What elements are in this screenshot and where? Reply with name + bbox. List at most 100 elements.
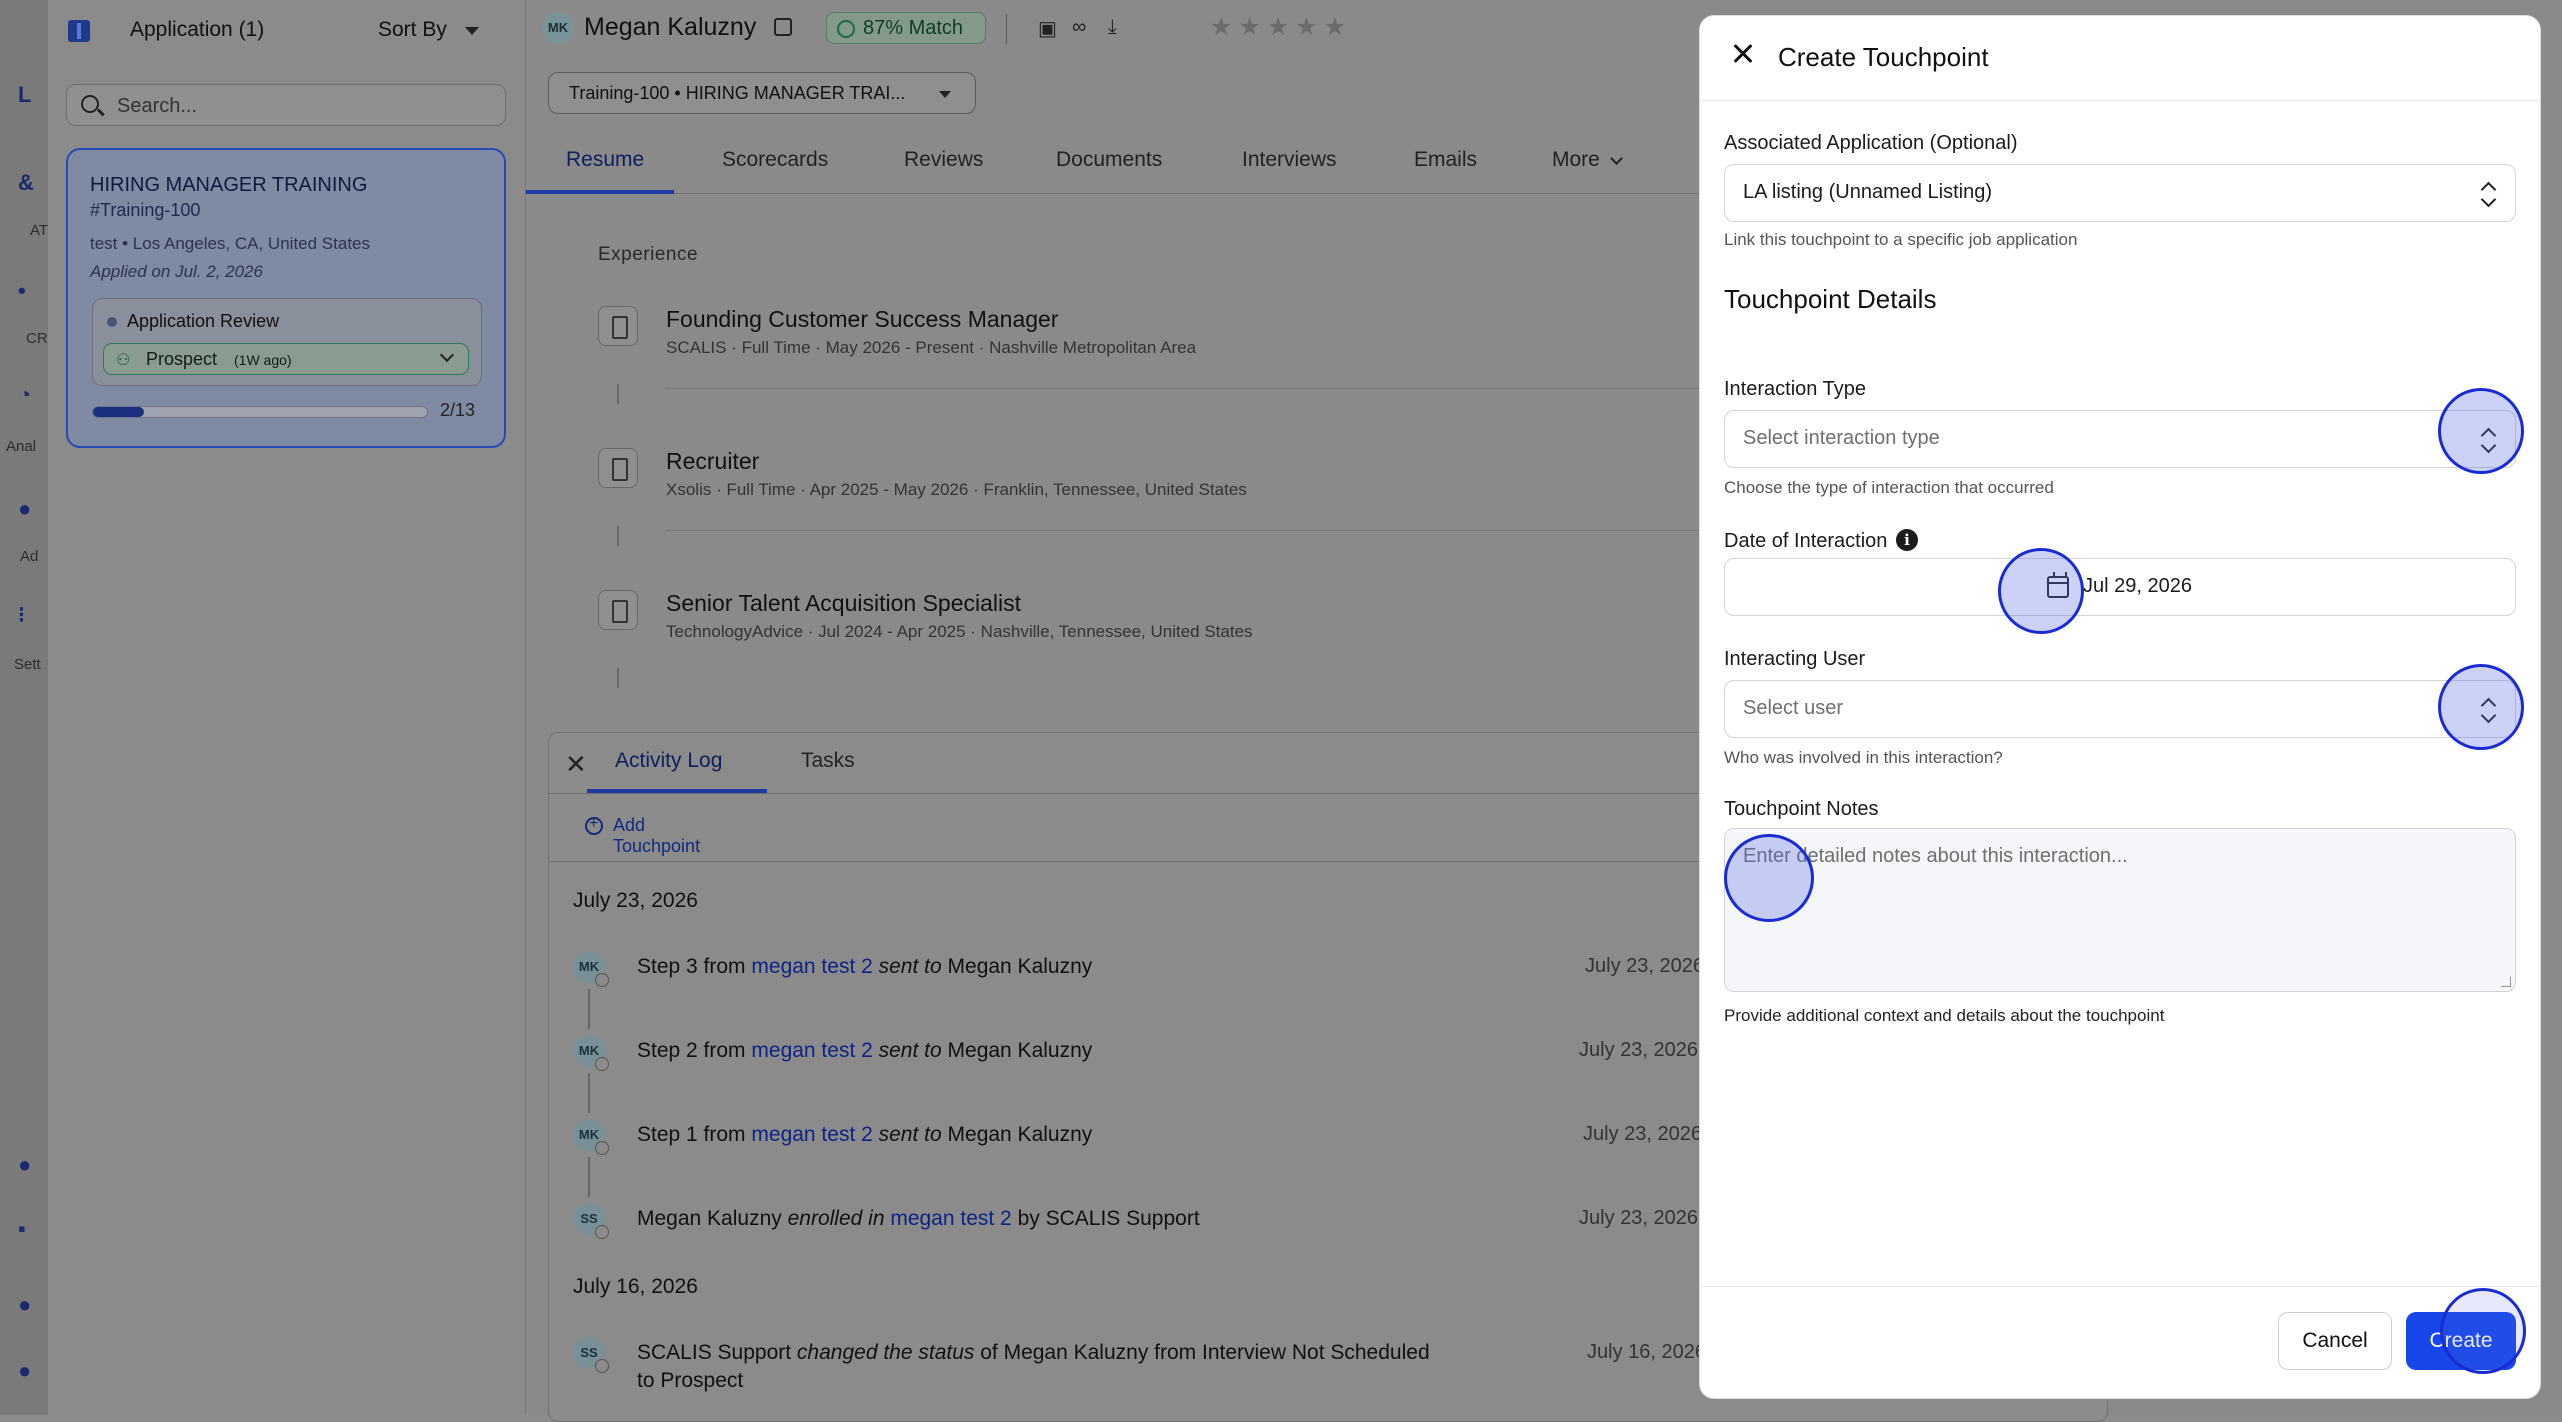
- divider: [1700, 1286, 2540, 1287]
- stage-label: Application Review: [127, 311, 280, 331]
- close-icon[interactable]: [1728, 38, 1758, 68]
- caret-down-icon: [939, 91, 951, 98]
- job-select[interactable]: Training-100 • HIRING MANAGER TRAI...: [548, 72, 976, 114]
- download-icon[interactable]: ⤓: [1108, 16, 1117, 39]
- application-card[interactable]: HIRING MANAGER TRAINING #Training-100 te…: [66, 148, 506, 448]
- associated-application-select[interactable]: LA listing (Unnamed Listing): [1724, 164, 2516, 222]
- sidebar-toggle-icon[interactable]: [68, 20, 90, 42]
- touchpoint-notes-textarea[interactable]: Enter detailed notes about this interact…: [1724, 828, 2516, 992]
- experience-meta: TechnologyAdvice · Jul 2024 - Apr 2025 ·…: [666, 622, 1253, 641]
- info-icon[interactable]: i: [1896, 529, 1918, 551]
- rail-label-crm: CR: [26, 330, 48, 347]
- activity-text-prefix: SCALIS Support: [637, 1341, 797, 1364]
- divider: [549, 861, 1749, 862]
- interacting-user-label: Interacting User: [1724, 648, 1866, 670]
- building-icon: [598, 306, 638, 346]
- avatar: SS: [573, 1203, 609, 1239]
- chevron-down-icon: [439, 347, 455, 363]
- sort-by-button[interactable]: Sort By: [378, 18, 447, 42]
- search-input[interactable]: Search...: [66, 84, 506, 126]
- tab-resume[interactable]: Resume: [566, 148, 644, 172]
- job-title: HIRING MANAGER TRAINING: [90, 174, 368, 196]
- match-ring-icon: [837, 20, 855, 38]
- section-title: Touchpoint Details: [1724, 284, 1937, 314]
- touchpoint-notes-help: Provide additional context and details a…: [1724, 1006, 2165, 1025]
- chevron-up-down-icon: [2481, 697, 2495, 723]
- activity-text-suffix: Megan Kaluzny: [947, 1039, 1093, 1062]
- timeline-line: [617, 526, 619, 546]
- sequence-link[interactable]: megan test 2: [751, 955, 872, 978]
- activity-verb: changed the status: [796, 1341, 975, 1364]
- date-of-interaction-label: Date of Interaction: [1724, 530, 1888, 552]
- activity-text-mid: of Megan Kaluzny from Interview Not Sche…: [974, 1341, 1430, 1364]
- tab-tasks[interactable]: Tasks: [801, 749, 855, 773]
- activity-date: July 16, 2026: [573, 1275, 698, 1298]
- ats-icon[interactable]: &: [18, 172, 40, 194]
- tab-activity-log[interactable]: Activity Log: [615, 749, 722, 773]
- divider: [549, 793, 1749, 794]
- tab-reviews[interactable]: Reviews: [904, 148, 983, 172]
- sequence-link[interactable]: megan test 2: [890, 1207, 1011, 1230]
- rail-label-admin: Ad: [20, 548, 39, 565]
- activity-verb: sent to: [872, 1039, 948, 1062]
- calendar-icon: [2047, 572, 2069, 598]
- settings-icon[interactable]: ⁝: [18, 604, 40, 626]
- avatar: SS: [573, 1337, 609, 1373]
- building-icon: [598, 448, 638, 488]
- sequence-link[interactable]: megan test 2: [751, 1039, 872, 1062]
- associated-application-help: Link this touchpoint to a specific job a…: [1724, 230, 2078, 249]
- associated-application-value: LA listing (Unnamed Listing): [1743, 181, 1993, 203]
- help-icon[interactable]: ●: [18, 1154, 40, 1176]
- tab-documents[interactable]: Documents: [1056, 148, 1162, 172]
- analytics-icon[interactable]: ◔: [18, 384, 40, 406]
- activity-text: Step 1 from megan test 2 sent to Megan K…: [637, 1123, 1092, 1147]
- experience-meta: SCALIS · Full Time · May 2026 - Present …: [666, 338, 1197, 357]
- chevron-down-icon: [1610, 152, 1623, 165]
- add-touchpoint-label: Add Touchpoint: [613, 815, 701, 856]
- cancel-button[interactable]: Cancel: [2278, 1312, 2392, 1370]
- activity-text-suffix: Megan Kaluzny: [947, 1123, 1093, 1146]
- user-avatar-icon[interactable]: ●: [18, 1360, 40, 1382]
- activity-text-prefix: Step 2 from: [637, 1039, 752, 1062]
- tab-emails[interactable]: Emails: [1414, 148, 1477, 172]
- search-icon: [81, 95, 99, 113]
- status-dropdown[interactable]: ⚇ Prospect (1W ago): [103, 343, 469, 375]
- create-button[interactable]: Create: [2406, 1312, 2516, 1370]
- link-icon[interactable]: ∞: [1072, 16, 1086, 39]
- pipeline-progress-bar: [92, 406, 428, 418]
- linkedin-icon[interactable]: ▣: [1038, 16, 1057, 41]
- caret-down-icon[interactable]: [465, 27, 479, 35]
- user-plus-icon: ⚇: [116, 352, 131, 369]
- chevron-up-down-icon: [2481, 181, 2495, 207]
- timeline-line: [617, 668, 619, 688]
- rail-label-analytics: Anal: [6, 438, 37, 455]
- close-icon[interactable]: ✕: [565, 749, 587, 780]
- activity-text: Megan Kaluzny enrolled in megan test 2 b…: [637, 1207, 1200, 1231]
- rating-stars[interactable]: ★★★★★: [1210, 12, 1352, 42]
- create-touchpoint-dialog: Create Touchpoint Associated Application…: [1700, 16, 2540, 1398]
- tab-scorecards[interactable]: Scorecards: [722, 148, 828, 172]
- job-select-label: Training-100 • HIRING MANAGER TRAI...: [569, 83, 906, 103]
- external-link-icon[interactable]: [774, 18, 792, 36]
- touchpoint-notes-placeholder: Enter detailed notes about this interact…: [1743, 845, 2128, 867]
- activity-text-suffix: Megan Kaluzny: [947, 955, 1093, 978]
- stage-dot-icon: [107, 317, 117, 327]
- notification-icon[interactable]: ▪: [18, 1218, 40, 1240]
- dialog-title: Create Touchpoint: [1778, 42, 1989, 72]
- sequence-link[interactable]: megan test 2: [751, 1123, 872, 1146]
- crm-icon[interactable]: •: [18, 280, 40, 302]
- date-picker[interactable]: Jul 29, 2026: [1724, 558, 2516, 616]
- interacting-user-select[interactable]: Select user: [1724, 680, 2516, 738]
- tab-more[interactable]: More: [1552, 148, 1600, 172]
- chat-icon[interactable]: ●: [18, 1294, 40, 1316]
- admin-icon[interactable]: ●: [18, 498, 40, 520]
- timeline-line: [588, 1157, 590, 1197]
- interaction-type-help: Choose the type of interaction that occu…: [1724, 478, 2054, 497]
- interaction-type-select[interactable]: Select interaction type: [1724, 410, 2516, 468]
- tab-interviews[interactable]: Interviews: [1242, 148, 1337, 172]
- activity-text: Step 3 from megan test 2 sent to Megan K…: [637, 955, 1092, 979]
- status-age: (1W ago): [234, 352, 292, 368]
- touchpoint-notes-label: Touchpoint Notes: [1724, 798, 1879, 820]
- job-location: test • Los Angeles, CA, United States: [90, 234, 370, 253]
- resize-handle-icon[interactable]: [2501, 977, 2511, 987]
